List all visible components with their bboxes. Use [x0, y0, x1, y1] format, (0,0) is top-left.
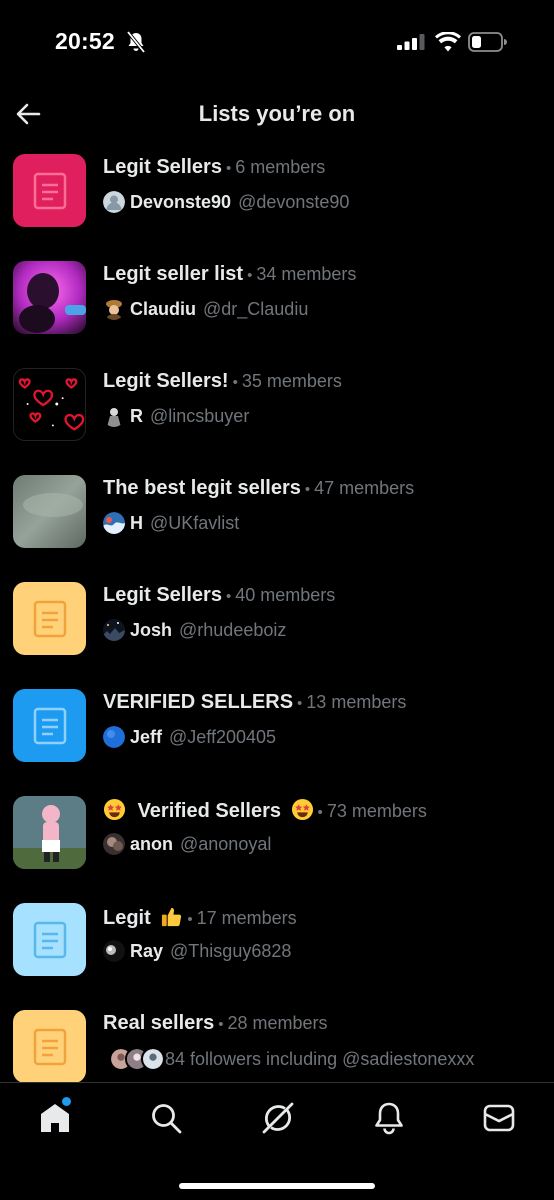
- list-item[interactable]: The best legit sellers • 47 members H @UKf…: [0, 471, 554, 578]
- separator-dot: •: [225, 160, 232, 177]
- list-icon: [33, 172, 66, 209]
- star-struck-emoji-icon: [103, 798, 126, 821]
- owner-name: Jeff: [130, 726, 163, 747]
- separator-dot: •: [225, 588, 232, 605]
- member-count: 73 members: [326, 801, 427, 821]
- owner-avatar: [103, 619, 125, 641]
- separator-dot: •: [247, 267, 253, 284]
- list-name: VERIFIED SELLERS: [103, 691, 294, 713]
- list-default-thumbnail: [13, 903, 86, 976]
- messages-icon[interactable]: [482, 1101, 516, 1135]
- owner-handle: @anonoyal: [180, 833, 272, 854]
- list-photo-thumbnail: [13, 796, 86, 869]
- header: Lists you’re on: [0, 96, 554, 136]
- member-count: 13 members: [306, 692, 407, 712]
- list-default-thumbnail: [13, 154, 86, 227]
- list-photo-thumbnail: [13, 475, 86, 548]
- owner-avatar: [103, 298, 125, 320]
- owner-name: H: [130, 512, 143, 533]
- list-photo-thumbnail: [13, 261, 86, 334]
- separator-dot: •: [218, 1016, 224, 1033]
- list-name: Legit Sellers: [103, 156, 222, 178]
- wifi-icon: [435, 32, 461, 52]
- owner-name: Claudiu: [130, 298, 196, 319]
- notification-dot: [62, 1097, 71, 1106]
- list-default-thumbnail: [13, 1010, 86, 1082]
- follower-avatars: [109, 1047, 165, 1071]
- owner-avatar: [103, 940, 125, 962]
- home-icon[interactable]: [38, 1101, 72, 1135]
- lists-container: Legit Sellers • 6 members Devonste90 @devo…: [0, 150, 554, 1082]
- bottom-navigation: [0, 1082, 554, 1200]
- owner-name: anon: [130, 833, 173, 854]
- star-struck-emoji-icon: [291, 798, 313, 821]
- owner-name: R: [130, 405, 143, 426]
- member-count: 47 members: [314, 478, 415, 498]
- list-hearts-thumbnail: [13, 368, 86, 441]
- list-name: Legit Sellers: [103, 584, 222, 606]
- owner-handle: @lincsbuyer: [150, 405, 250, 426]
- status-bar: 20:52: [0, 0, 554, 86]
- owner-handle: @Thisguy6828: [170, 940, 292, 961]
- list-name: Verified Sellers: [137, 800, 281, 822]
- member-count: 6 members: [235, 157, 326, 177]
- search-icon[interactable]: [149, 1101, 183, 1135]
- bell-muted-icon: [126, 31, 146, 53]
- owner-handle: @UKfavlist: [150, 512, 240, 533]
- owner-avatar: [103, 726, 125, 748]
- owner-handle: @devonste90: [238, 191, 350, 212]
- list-name: Legit: [103, 907, 151, 929]
- list-icon: [33, 921, 66, 958]
- list-item[interactable]: Legit Sellers • 6 members Devonste90 @devo…: [0, 150, 554, 257]
- list-name: Legit Sellers!: [103, 370, 229, 392]
- owner-handle: @dr_Claudiu: [203, 298, 309, 319]
- owner-handle: @rhudeeboiz: [179, 619, 287, 640]
- owner-avatar: [103, 405, 125, 427]
- list-default-thumbnail: [13, 582, 86, 655]
- list-icon: [33, 600, 66, 637]
- notifications-icon[interactable]: [372, 1101, 406, 1135]
- page-title: Lists you’re on: [198, 101, 356, 126]
- followers-summary: 84 followers including @sadiestonexxx: [165, 1048, 475, 1069]
- list-name: Real sellers: [103, 1012, 215, 1034]
- owner-avatar: [103, 833, 125, 855]
- battery-icon: [468, 32, 507, 52]
- list-item[interactable]: Verified Sellers • 73 members anon @anono…: [0, 792, 554, 899]
- default-avatar: [103, 191, 125, 213]
- list-item[interactable]: Legit seller list • 34 members Claudiu @dr…: [0, 257, 554, 364]
- signal-icon: [397, 34, 425, 50]
- status-time: 20:52: [55, 28, 115, 54]
- list-icon: [33, 707, 66, 744]
- list-item[interactable]: VERIFIED SELLERS • 13 members Jeff @Jeff20…: [0, 685, 554, 792]
- list-item[interactable]: Legit Sellers • 40 members Josh @rhudeeboi…: [0, 578, 554, 685]
- follower-avatar: [141, 1047, 165, 1071]
- separator-dot: •: [297, 695, 303, 712]
- separator-dot: •: [232, 374, 238, 391]
- owner-handle: @Jeff200405: [169, 726, 277, 747]
- member-count: 17 members: [196, 908, 297, 928]
- list-item[interactable]: Legit • 17 members Ray @Thisguy6828: [0, 899, 554, 1006]
- list-icon: [33, 1028, 66, 1065]
- member-count: 34 members: [256, 264, 357, 284]
- separator-dot: •: [304, 481, 311, 498]
- list-name: The best legit sellers: [103, 477, 301, 499]
- member-count: 40 members: [235, 585, 336, 605]
- member-count: 28 members: [227, 1013, 328, 1033]
- separator-dot: •: [187, 911, 193, 928]
- list-item[interactable]: Real sellers • 28 members 84 followers inc…: [0, 1006, 554, 1082]
- thumbs-up-emoji-icon: [162, 907, 182, 927]
- list-default-thumbnail: [13, 689, 86, 762]
- owner-name: Josh: [130, 619, 173, 640]
- home-indicator: [179, 1183, 375, 1189]
- member-count: 35 members: [241, 371, 342, 391]
- separator-dot: •: [317, 804, 323, 821]
- owner-avatar: [103, 512, 125, 534]
- owner-name: Ray: [130, 940, 164, 961]
- owner-name: Devonste90: [130, 191, 232, 212]
- list-item[interactable]: Legit Sellers! • 35 members R @lincsbuyer: [0, 364, 554, 471]
- list-name: Legit seller list: [103, 263, 244, 285]
- grok-icon[interactable]: [261, 1101, 295, 1135]
